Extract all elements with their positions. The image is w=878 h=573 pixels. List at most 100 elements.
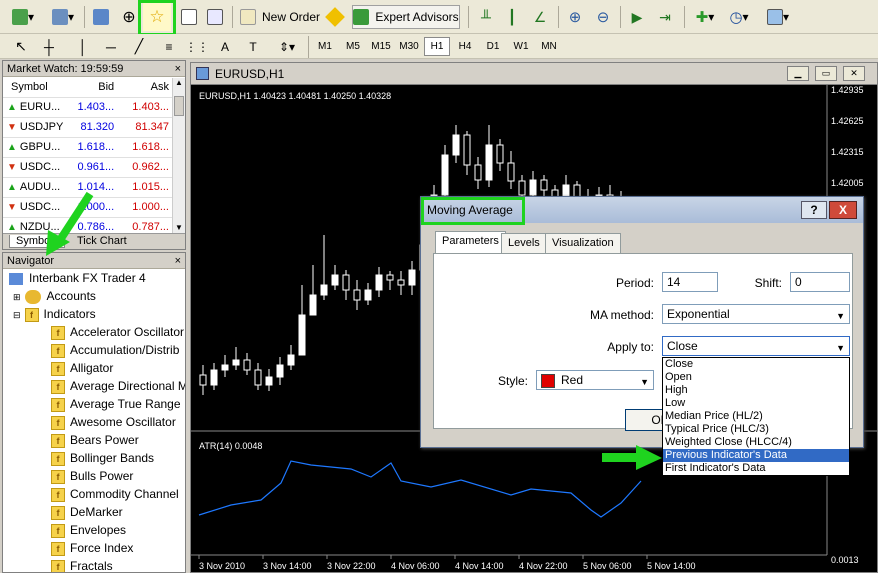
indicator-item[interactable]: f Average Directional M: [3, 377, 185, 395]
zoom-in-button[interactable]: ⊕: [564, 5, 586, 29]
help-button[interactable]: ?: [801, 201, 827, 219]
tab-parameters[interactable]: Parameters: [435, 231, 506, 253]
indicators-button[interactable]: ✚ ▾: [690, 5, 720, 29]
line-chart-button[interactable]: ∠: [528, 5, 552, 29]
indicator-item[interactable]: f Envelopes: [3, 521, 185, 539]
templates-button[interactable]: ▾: [760, 5, 796, 29]
dropdown-option[interactable]: High: [663, 384, 849, 397]
candle-body: [232, 359, 240, 366]
indicator-item[interactable]: f Alligator: [3, 359, 185, 377]
text-label-button[interactable]: T: [240, 37, 266, 56]
market-watch-button[interactable]: [90, 5, 112, 29]
dropdown-option[interactable]: Median Price (HL/2): [663, 410, 849, 423]
tab-visualization[interactable]: Visualization: [545, 233, 621, 253]
scroll-up-icon[interactable]: ▲: [173, 78, 185, 91]
profiles-button[interactable]: ▾: [46, 5, 80, 29]
minimize-button[interactable]: ▁: [787, 66, 809, 81]
atr-axis-label: 0.0013: [831, 555, 859, 565]
timeframe-m15[interactable]: M15: [368, 37, 394, 56]
periods-button[interactable]: ◷ ▾: [724, 5, 754, 29]
candlestick-button[interactable]: ┃: [502, 5, 522, 29]
new-order-label: New Order: [261, 10, 320, 24]
navigator-button[interactable]: [178, 5, 200, 29]
scroll-thumb[interactable]: [174, 96, 184, 116]
close-icon[interactable]: ×: [175, 253, 181, 269]
dropdown-option[interactable]: Weighted Close (HLCC/4): [663, 436, 849, 449]
new-chart-button[interactable]: ▾: [6, 5, 40, 29]
indicator-item[interactable]: f Accelerator Oscillator: [3, 323, 185, 341]
indicator-item[interactable]: f Fractals: [3, 557, 185, 572]
restore-button[interactable]: ▭: [815, 66, 837, 81]
dropdown-option[interactable]: Typical Price (HLC/3): [663, 423, 849, 436]
expand-icon[interactable]: ⊞: [13, 292, 21, 302]
alerts-button[interactable]: [325, 5, 345, 29]
dropdown-option[interactable]: Low: [663, 397, 849, 410]
indicator-item[interactable]: f Awesome Oscillator: [3, 413, 185, 431]
crosshair-tool-button[interactable]: ┼: [36, 37, 62, 56]
expert-advisors-button[interactable]: Expert Advisors: [352, 5, 460, 29]
indicator-item[interactable]: f Average True Range: [3, 395, 185, 413]
style-color-value: Red: [561, 373, 584, 387]
timeframe-m30[interactable]: M30: [396, 37, 422, 56]
new-order-button[interactable]: New Order: [238, 5, 322, 29]
indicator-item[interactable]: f Commodity Channel: [3, 485, 185, 503]
table-row[interactable]: ▼ USDJPY 81.320 81.347: [3, 117, 173, 138]
dropdown-option[interactable]: Previous Indicator's Data: [663, 449, 849, 462]
dropdown-option[interactable]: Close: [663, 358, 849, 371]
indicator-item[interactable]: f Bears Power: [3, 431, 185, 449]
indicator-item[interactable]: f Accumulation/Distrib: [3, 341, 185, 359]
period-input[interactable]: 14: [662, 272, 718, 292]
tab-levels[interactable]: Levels: [501, 233, 547, 253]
horizontal-line-button[interactable]: ─: [98, 37, 124, 56]
timeframe-m1[interactable]: M1: [312, 37, 338, 56]
column-header-symbol[interactable]: Symbol: [3, 77, 64, 98]
table-row[interactable]: ▲ GBPU... 1.618... 1.618...: [3, 137, 173, 158]
column-header-ask[interactable]: Ask: [118, 77, 173, 98]
candle-body: [485, 144, 493, 181]
timeframe-h1[interactable]: H1: [424, 37, 450, 56]
shift-input[interactable]: 0: [790, 272, 850, 292]
close-button[interactable]: X: [829, 201, 857, 219]
indicator-item[interactable]: f Force Index: [3, 539, 185, 557]
apply-to-select[interactable]: Close ▼: [662, 336, 850, 356]
channel-button[interactable]: ≡: [156, 37, 182, 56]
indicator-item[interactable]: f Bollinger Bands: [3, 449, 185, 467]
table-row[interactable]: ▲ EURU... 1.403... 1.403...: [3, 97, 173, 118]
close-icon[interactable]: ×: [175, 61, 181, 77]
zoom-out-button[interactable]: ⊖: [592, 5, 614, 29]
collapse-icon[interactable]: ⊟: [13, 310, 21, 320]
column-header-bid[interactable]: Bid: [63, 77, 119, 98]
terminal-button[interactable]: [204, 5, 226, 29]
fibonacci-button[interactable]: ⋮⋮: [184, 37, 210, 56]
bar-chart-button[interactable]: ╨: [476, 5, 496, 29]
dropdown-option[interactable]: Open: [663, 371, 849, 384]
data-window-button[interactable]: ⊕: [118, 5, 140, 29]
nav-root[interactable]: Interbank FX Trader 4: [3, 269, 185, 287]
scrollbar[interactable]: ▲ ▼: [172, 78, 185, 236]
vertical-line-button[interactable]: │: [70, 37, 96, 56]
timeframe-mn[interactable]: MN: [536, 37, 562, 56]
timeframe-h4[interactable]: H4: [452, 37, 478, 56]
close-button[interactable]: ✕: [843, 66, 865, 81]
cursor-button[interactable]: ↖: [8, 37, 34, 56]
nav-accounts[interactable]: ⊞ Accounts: [3, 287, 185, 305]
trendline-button[interactable]: ╱: [126, 37, 152, 56]
dropdown-option[interactable]: First Indicator's Data: [663, 462, 849, 475]
indicator-label: Bollinger Bands: [70, 451, 155, 465]
timeframe-m5[interactable]: M5: [340, 37, 366, 56]
table-row[interactable]: ▼ USDC... 0.961... 0.962...: [3, 157, 173, 178]
arrows-button[interactable]: ⇕▾: [270, 37, 304, 56]
ma-method-select[interactable]: Exponential ▼: [662, 304, 850, 324]
indicator-item[interactable]: f Bulls Power: [3, 467, 185, 485]
text-button[interactable]: A: [212, 37, 238, 56]
indicator-item[interactable]: f DeMarker: [3, 503, 185, 521]
style-color-select[interactable]: Red ▼: [536, 370, 654, 390]
nav-indicators[interactable]: ⊟ f Indicators: [3, 305, 185, 323]
chart-window-titlebar[interactable]: EURUSD,H1 ▁ ▭ ✕: [191, 63, 877, 85]
nav-root-label: Interbank FX Trader 4: [29, 271, 146, 285]
chart-shift-button[interactable]: ⇥: [654, 5, 676, 29]
autoscroll-button[interactable]: ▶: [626, 5, 648, 29]
timeframe-d1[interactable]: D1: [480, 37, 506, 56]
timeframe-w1[interactable]: W1: [508, 37, 534, 56]
bid-cell: 1.618...: [63, 137, 119, 158]
